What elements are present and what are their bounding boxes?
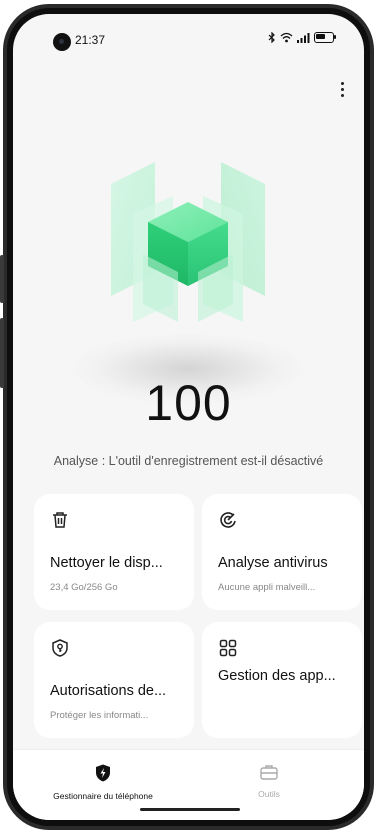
shield-bolt-icon bbox=[96, 764, 110, 782]
trash-icon bbox=[53, 512, 67, 528]
front-camera bbox=[53, 33, 71, 51]
scan-status-text: Analyse : L'outil d'enregistrement est-i… bbox=[53, 454, 324, 468]
home-indicator[interactable] bbox=[140, 808, 240, 811]
card-subtitle: Aucune appli malveill... bbox=[218, 582, 316, 593]
power-button bbox=[0, 318, 4, 388]
tab-phone-manager[interactable]: Gestionnaire du téléphone bbox=[23, 764, 183, 801]
antivirus-card[interactable]: Analyse antivirus Aucune appli malveill.… bbox=[202, 494, 362, 610]
signal-icon bbox=[297, 32, 310, 43]
tab-label: Gestionnaire du téléphone bbox=[53, 791, 153, 801]
wifi-icon bbox=[280, 32, 293, 43]
clean-storage-card[interactable]: Nettoyer le disp... 23,4 Go/256 Go bbox=[34, 494, 194, 610]
tab-tools[interactable]: Outils bbox=[189, 764, 349, 799]
battery-icon bbox=[314, 32, 336, 43]
card-subtitle: 23,4 Go/256 Go bbox=[50, 582, 118, 593]
green-cube-icon bbox=[111, 162, 265, 322]
status-time: 21:37 bbox=[75, 33, 106, 47]
antivirus-radar-icon bbox=[220, 512, 236, 528]
bluetooth-icon bbox=[268, 32, 275, 43]
card-title: Gestion des app... bbox=[218, 668, 336, 684]
card-title: Analyse antivirus bbox=[218, 555, 328, 571]
phone-device: 21:37 100 Analyse: L'outil d'enregistre… bbox=[0, 0, 377, 833]
more-vertical-icon bbox=[340, 81, 344, 85]
more-options-button[interactable] bbox=[334, 76, 350, 102]
status-bar: 21:37 bbox=[13, 14, 364, 60]
toolbox-icon bbox=[260, 765, 278, 780]
tab-label: Outils bbox=[258, 789, 280, 799]
app-management-card[interactable]: Gestion des app... bbox=[202, 622, 362, 738]
app-grid-icon bbox=[219, 639, 237, 657]
card-subtitle: Protéger les informati... bbox=[50, 710, 149, 721]
permissions-card[interactable]: Autorisations de... Protéger les informa… bbox=[34, 622, 194, 738]
volume-button bbox=[0, 255, 4, 303]
status-icons bbox=[268, 32, 336, 43]
card-title: Nettoyer le disp... bbox=[50, 555, 163, 571]
screen: 21:37 100 Analyse: L'outil d'enregistre… bbox=[13, 14, 364, 820]
card-title: Autorisations de... bbox=[50, 683, 167, 699]
bottom-navigation: Gestionnaire du téléphone Outils bbox=[13, 749, 364, 820]
health-score: 100 bbox=[145, 375, 232, 431]
shield-key-icon bbox=[52, 639, 68, 657]
